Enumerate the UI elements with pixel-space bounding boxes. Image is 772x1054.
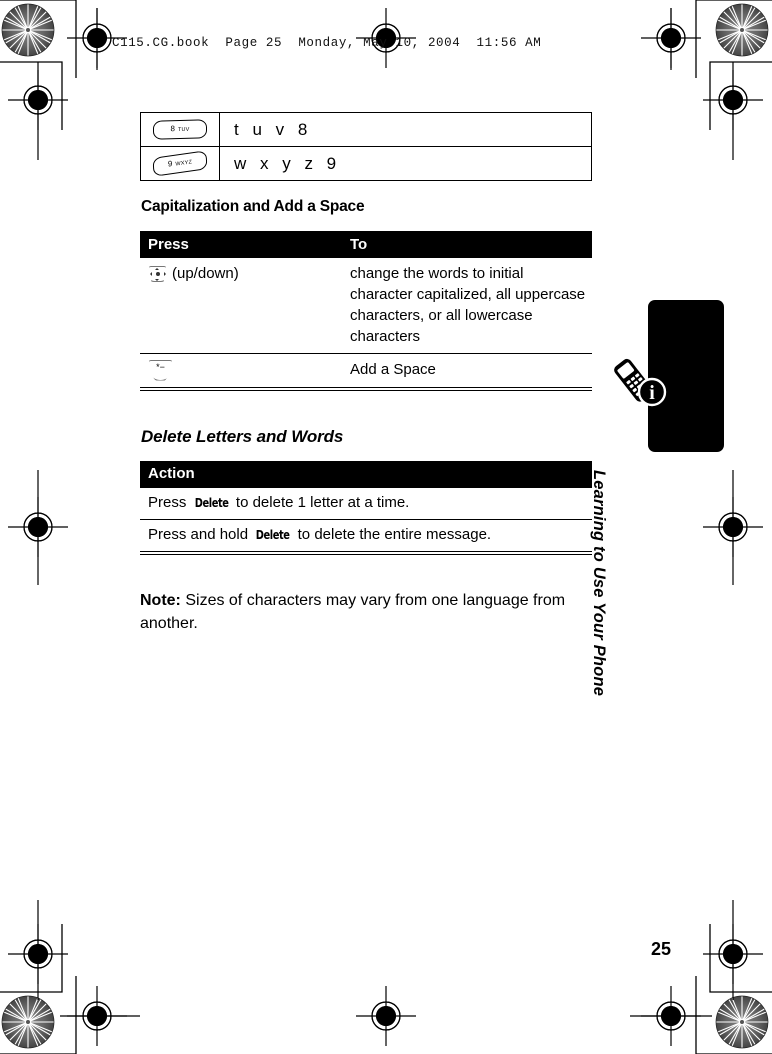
- action-text-suffix: to delete the entire message.: [293, 525, 492, 543]
- nav-key-up-down-icon: [148, 266, 167, 283]
- table-row: Press and hold Delete to delete the enti…: [140, 518, 592, 551]
- key-letters-table: 8 TUV t u v 8 9 WXYZ w x y z 9: [140, 112, 592, 181]
- page-content: 8 TUV t u v 8 9 WXYZ w x y z 9 Capitaliz…: [140, 112, 593, 651]
- action-cell-delete-all: Press and hold Delete to delete the enti…: [140, 518, 592, 551]
- to-cell-capitalization: change the words to initial character ca…: [350, 265, 586, 345]
- column-header-to: To: [342, 231, 592, 258]
- key-9-letters: w x y z 9: [219, 146, 592, 181]
- table-header-row: Action: [140, 460, 592, 488]
- star-key-icon: *−: [148, 359, 173, 381]
- table-header-row: Press To: [140, 231, 592, 258]
- note-label: Note:: [140, 591, 181, 609]
- press-label: (up/down): [172, 265, 239, 282]
- table-row: 9 WXYZ w x y z 9: [140, 146, 592, 181]
- capitalization-table-bottom-rule: [140, 386, 592, 391]
- delete-table-bottom-rule: [140, 550, 592, 555]
- press-cell-nav-key: (up/down): [140, 258, 342, 354]
- to-cell-add-space: Add a Space: [342, 352, 592, 387]
- key-sub-label: TUV: [177, 126, 190, 134]
- delete-action-table: Action Press Delete to delete 1 letter a…: [140, 460, 592, 551]
- delete-heading: Delete Letters and Words: [141, 426, 344, 446]
- key-8-tuv-cell: 8 TUV: [140, 112, 220, 147]
- note-text: Sizes of characters may vary from one la…: [140, 591, 566, 632]
- key-8-letters: t u v 8: [219, 112, 592, 147]
- table-row: 8 TUV t u v 8: [140, 112, 592, 147]
- delete-softkey-label: Delete: [194, 495, 229, 510]
- svg-text:i: i: [649, 382, 655, 404]
- phone-info-icon: i: [612, 356, 667, 407]
- table-row: *− Add a Space: [140, 352, 592, 387]
- action-text-suffix: to delete 1 letter at a time.: [231, 493, 410, 511]
- column-header-action: Action: [140, 460, 592, 488]
- page-number: 25: [651, 939, 672, 959]
- action-text-prefix: Press: [148, 493, 191, 511]
- note-paragraph: Note: Sizes of characters may vary from …: [140, 589, 600, 635]
- action-cell-delete-one: Press Delete to delete 1 letter at a tim…: [140, 488, 592, 520]
- table-row: (up/down) change the words to initial ch…: [140, 258, 592, 354]
- capitalization-table: Press To (up/down) change the words to i…: [140, 231, 592, 387]
- capitalization-heading: Capitalization and Add a Space: [141, 198, 365, 215]
- key-8-tuv-icon: 8 TUV: [153, 119, 207, 140]
- table-row: Press Delete to delete 1 letter at a tim…: [140, 488, 592, 520]
- column-header-press: Press: [140, 231, 342, 258]
- action-text-prefix: Press and hold: [148, 525, 253, 543]
- key-digit: 9: [167, 159, 173, 169]
- press-cell-star-key: *−: [140, 352, 342, 387]
- chapter-tab-label: Learning to Use Your Phone: [590, 470, 608, 697]
- key-digit: 8: [170, 124, 176, 134]
- key-9-wxyz-cell: 9 WXYZ: [140, 146, 220, 181]
- delete-softkey-label: Delete: [255, 527, 290, 542]
- key-9-wxyz-icon: 9 WXYZ: [152, 150, 208, 177]
- document-header-line: C115.CG.book Page 25 Monday, May 10, 200…: [112, 36, 542, 50]
- key-sub-label: WXYZ: [175, 159, 193, 168]
